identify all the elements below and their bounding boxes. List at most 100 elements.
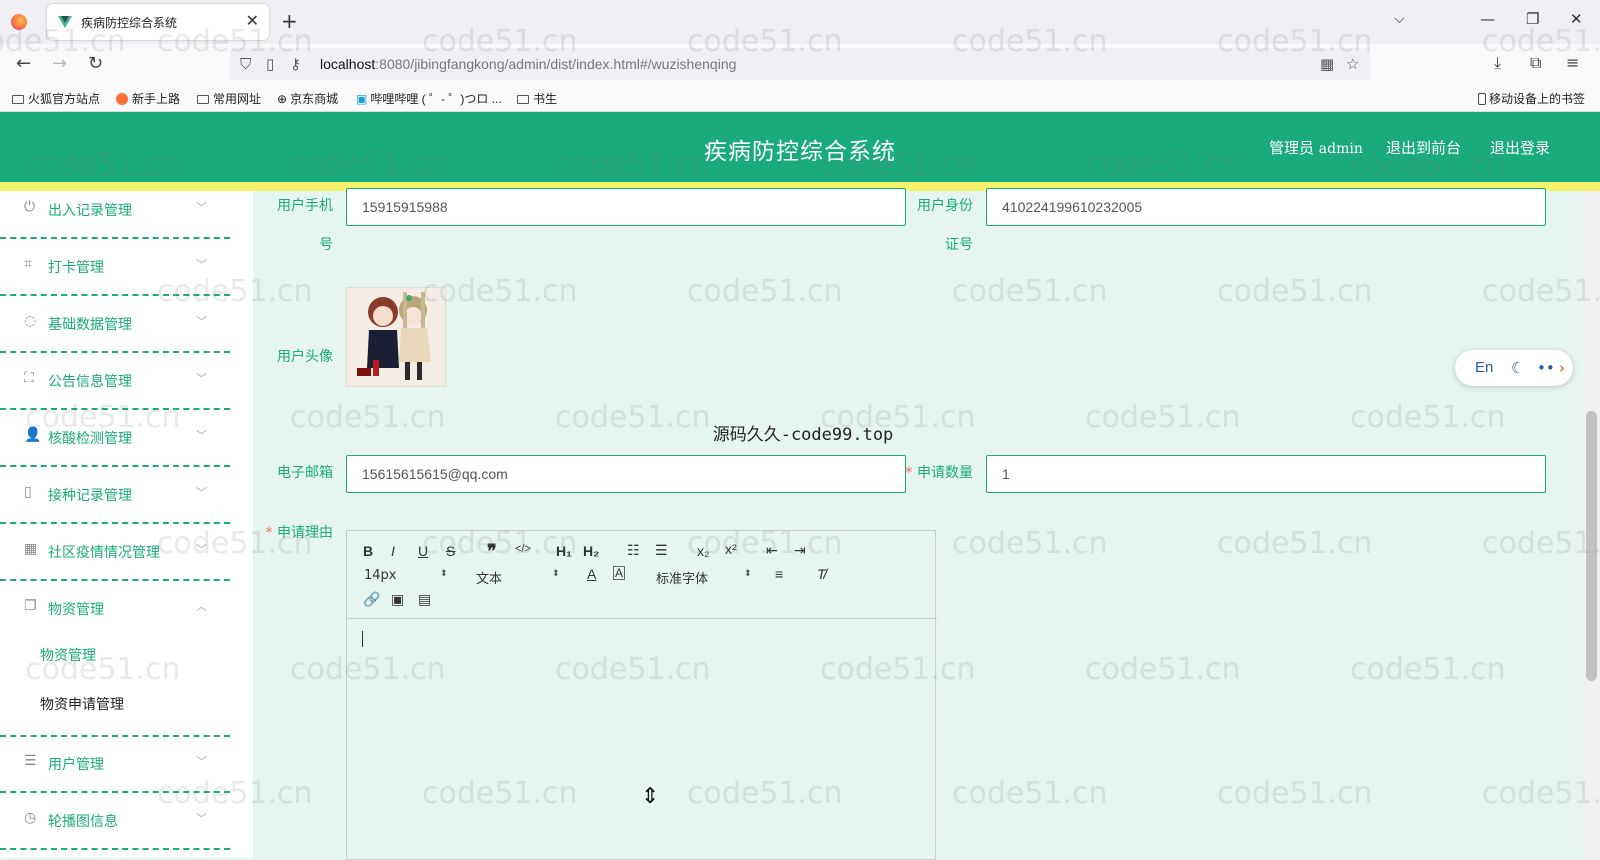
logout-link[interactable]: 退出登录 <box>1490 137 1550 158</box>
sidebar-item-supplies[interactable]: ❐ 物资管理 ︿ 物资管理 物资申请管理 <box>0 582 230 737</box>
back-icon[interactable]: ← <box>16 53 31 74</box>
app-header: 疾病防控综合系统 管理员 admin 退出到前台 退出登录 <box>0 112 1600 182</box>
submenu-supply-applications[interactable]: 物资申请管理 <box>40 694 124 714</box>
back-to-front-link[interactable]: 退出到前台 <box>1386 137 1461 158</box>
chevron-up-icon: ︿ <box>196 600 207 613</box>
chevron-down-icon: ﹀ <box>196 372 207 385</box>
shield-icon[interactable]: ⛉ <box>240 55 251 73</box>
sidebar-item-nucleic-test[interactable]: 👤 核酸检测管理 ﹀ <box>0 411 230 467</box>
sidebar-item-base-data[interactable]: ◌ 基础数据管理 ﹀ <box>0 297 230 353</box>
sidebar: ⏻ 出入记录管理 ﹀ ⌗ 打卡管理 ﹀ ◌ 基础数据管理 ﹀ ⛶ 公告信息管理 ﹀ 👤 核酸检测管… <box>0 191 253 858</box>
bullet-list-icon[interactable]: ☰ <box>655 542 668 559</box>
background-color-icon[interactable]: A <box>613 566 626 580</box>
italic-icon[interactable]: I <box>391 543 395 559</box>
download-icon[interactable]: ⤓ <box>1494 53 1501 73</box>
select-arrows-icon: ⬍ <box>440 569 448 579</box>
scrollbar-thumb[interactable] <box>1586 411 1597 681</box>
bookmark-item[interactable]: 新手上路 <box>116 90 180 107</box>
bookmark-item[interactable]: 常用网址 <box>197 90 261 107</box>
clock-icon: ◷ <box>24 810 37 826</box>
firefox-icon[interactable] <box>11 14 27 30</box>
font-size-select[interactable]: 14px ⬍ <box>364 568 450 583</box>
font-color-icon[interactable]: A <box>587 566 596 582</box>
page-scrollbar[interactable] <box>1583 191 1600 858</box>
extensions-icon[interactable]: ⧉ <box>1530 53 1541 73</box>
language-toggle[interactable]: En <box>1475 359 1493 376</box>
page-icon: ▯ <box>266 55 275 73</box>
folder-icon <box>517 95 529 104</box>
blockquote-icon[interactable]: ❞ <box>487 541 497 562</box>
outdent-icon[interactable]: ⇤ <box>766 542 778 559</box>
minimize-button[interactable]: — <box>1480 10 1495 28</box>
quantity-input[interactable]: 1 <box>986 455 1546 493</box>
grid-icon: ▦ <box>24 541 38 557</box>
floating-translate-tool[interactable]: En ☾ •• › <box>1455 350 1573 386</box>
qr-code-icon[interactable]: ▦ <box>1320 55 1334 73</box>
superscript-icon[interactable]: x² <box>725 541 737 557</box>
browser-tab-bar: 疾病防控综合系统 ✕ + ⌵ — ❐ ✕ <box>0 0 1600 44</box>
tab-title: 疾病防控综合系统 <box>81 16 178 30</box>
chevron-down-icon: ﹀ <box>196 315 207 328</box>
link-icon[interactable]: 🔗 <box>363 591 380 608</box>
sidebar-item-carousel[interactable]: ◷ 轮播图信息 ﹀ <box>0 794 230 850</box>
sidebar-item-users[interactable]: ☰ 用户管理 ﹀ <box>0 737 230 793</box>
video-icon[interactable]: ▤ <box>418 591 431 608</box>
subscript-icon[interactable]: x₂ <box>697 543 709 559</box>
forward-icon[interactable]: → <box>52 53 67 74</box>
underline-icon[interactable]: U <box>418 543 428 559</box>
tab-close-icon[interactable]: ✕ <box>246 11 259 30</box>
clear-format-icon[interactable]: T̸ <box>817 566 826 582</box>
sidebar-item-checkin[interactable]: ⌗ 打卡管理 ﹀ <box>0 240 230 296</box>
sidebar-item-vaccination[interactable]: ▯ 接种记录管理 ﹀ <box>0 468 230 524</box>
bilibili-icon: ▣ <box>356 92 368 106</box>
url-bar[interactable]: ⛉ ▯ ⚷ localhost:8080/jibingfangkong/admi… <box>230 48 1370 80</box>
ordered-list-icon[interactable]: ☷ <box>627 542 640 559</box>
bookmark-star-icon[interactable]: ☆ <box>1346 55 1359 73</box>
mobile-bookmarks[interactable]: 移动设备上的书签 <box>1478 90 1585 107</box>
bookmark-item[interactable]: ▣ 哔哩哔哩 ( ゜- ゜)つロ ... <box>356 90 502 107</box>
sidebar-item-access-records[interactable]: ⏻ 出入记录管理 ﹀ <box>0 183 230 239</box>
bookmark-item[interactable]: ⊕ 京东商城 <box>277 90 338 107</box>
user-icon: 👤 <box>24 427 42 443</box>
firefox-small-icon <box>116 93 128 105</box>
close-window-button[interactable]: ✕ <box>1570 10 1583 28</box>
moon-icon[interactable]: ☾ <box>1511 359 1524 377</box>
quote-icon[interactable]: •• <box>1537 359 1555 377</box>
image-icon[interactable]: ▣ <box>391 591 404 608</box>
url-text[interactable]: localhost:8080/jibingfangkong/admin/dist… <box>320 56 736 72</box>
bold-icon[interactable]: B <box>363 543 373 559</box>
indent-icon[interactable]: ⇥ <box>794 542 806 559</box>
mobile-icon: ▯ <box>24 484 32 500</box>
menu-icon[interactable]: ≡ <box>1566 53 1579 72</box>
sidebar-item-community-epidemic[interactable]: ▦ 社区疫情情况管理 ﹀ <box>0 525 230 581</box>
key-icon[interactable]: ⚷ <box>290 55 301 73</box>
code-block-icon[interactable]: </> <box>515 543 531 555</box>
user-avatar-image[interactable] <box>346 287 446 387</box>
chevron-down-icon: ﹀ <box>196 486 207 499</box>
sidebar-item-notices[interactable]: ⛶ 公告信息管理 ﹀ <box>0 354 230 410</box>
chevron-right-icon[interactable]: › <box>1559 359 1565 377</box>
reload-icon[interactable]: ↻ <box>88 53 103 74</box>
text-cursor-icon: ⇕ <box>641 784 660 809</box>
new-tab-button[interactable]: + <box>281 9 298 33</box>
strikethrough-icon[interactable]: S <box>446 543 455 559</box>
align-icon[interactable]: ≡ <box>775 566 783 582</box>
browser-tab[interactable]: 疾病防控综合系统 ✕ <box>47 4 269 40</box>
bookmark-item[interactable]: 书生 <box>517 90 557 107</box>
chevron-down-icon: ﹀ <box>196 755 207 768</box>
reason-label: * 申请理由 <box>265 525 333 541</box>
text-type-select[interactable]: 文本 ⬍ <box>476 568 562 587</box>
font-family-select[interactable]: 标准字体 ⬍ <box>656 568 752 587</box>
restore-button[interactable]: ❐ <box>1526 10 1539 28</box>
submenu-supplies[interactable]: 物资管理 <box>40 645 96 665</box>
tab-list-chevron-icon[interactable]: ⌵ <box>1394 11 1405 27</box>
bookmark-item[interactable]: 火狐官方站点 <box>12 90 100 107</box>
heading2-icon[interactable]: H₂ <box>583 543 599 559</box>
id-card-input[interactable]: 410224199610232005 <box>986 188 1546 226</box>
chevron-down-icon: ﹀ <box>196 543 207 556</box>
rich-text-editor[interactable]: B I U S ❞ </> H₁ H₂ ☷ ☰ x₂ x² ⇤ ⇥ 14px ⬍ … <box>346 530 937 860</box>
heading1-icon[interactable]: H₁ <box>556 543 572 559</box>
phone-input[interactable]: 15915915988 <box>346 188 906 226</box>
id-card-label: 用户身份 <box>917 198 973 214</box>
email-input[interactable]: 15615615615@qq.com <box>346 455 906 493</box>
